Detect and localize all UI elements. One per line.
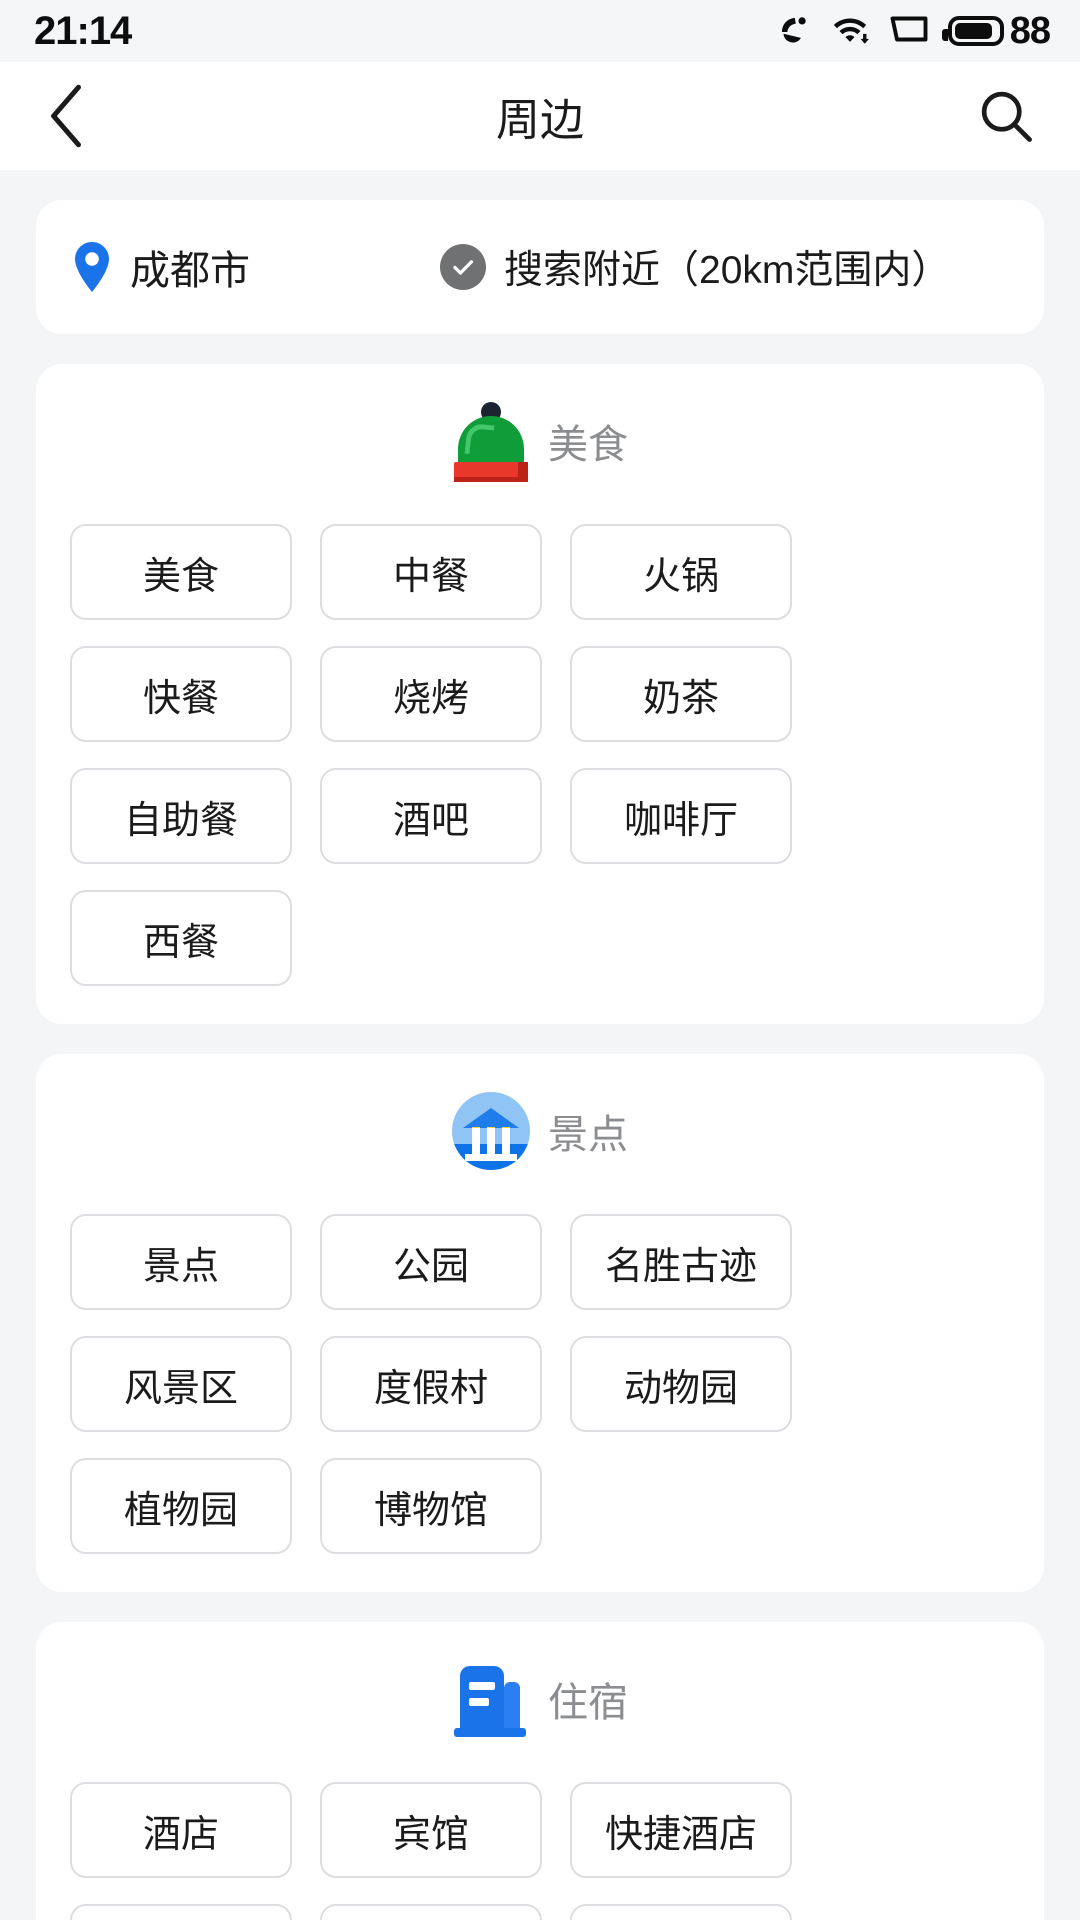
signal-icon [888, 12, 930, 51]
nearby-radius-label: 搜索附近（20km范围内） [504, 249, 951, 292]
chip-food-5[interactable]: 奶茶 [570, 646, 792, 742]
chip-food-6[interactable]: 自助餐 [70, 768, 292, 864]
chip-food-4[interactable]: 烧烤 [320, 646, 542, 742]
wifi-icon [830, 11, 870, 52]
temple-attraction-icon [452, 1092, 530, 1170]
section-lodging-title: 住宿 [548, 1681, 628, 1725]
attraction-chip-grid: 景点 公园 名胜古迹 风景区 度假村 动物园 植物园 博物馆 [70, 1214, 1010, 1554]
chip-lodging-2[interactable]: 快捷酒店 [570, 1782, 792, 1878]
section-food-title: 美食 [548, 423, 628, 467]
battery-icon [941, 16, 1004, 46]
section-attraction: 景点 景点 公园 名胜古迹 风景区 度假村 动物园 植物园 博物馆 [36, 1054, 1044, 1592]
food-chip-grid: 美食 中餐 火锅 快餐 烧烤 奶茶 自助餐 酒吧 咖啡厅 西餐 [70, 524, 1010, 986]
location-card: 成都市 搜索附近（20km范围内） [36, 200, 1044, 334]
chip-lodging-3[interactable]: 星级酒店 [70, 1904, 292, 1920]
page-title: 周边 [496, 96, 584, 145]
chip-attraction-7[interactable]: 博物馆 [320, 1458, 542, 1554]
cloche-food-icon [452, 402, 530, 482]
hotel-building-icon [452, 1660, 530, 1738]
battery-indicator: 88 [941, 10, 1051, 52]
chevron-left-icon [51, 84, 81, 148]
chip-attraction-0[interactable]: 景点 [70, 1214, 292, 1310]
status-bar: 21:14 88 [0, 0, 1080, 62]
chip-food-2[interactable]: 火锅 [570, 524, 792, 620]
section-attraction-title: 景点 [548, 1113, 628, 1157]
content-scroll: 成都市 搜索附近（20km范围内） 美食 美食 中餐 火锅 快餐 烧烤 奶茶 自 [0, 200, 1080, 1920]
chip-food-8[interactable]: 咖啡厅 [570, 768, 792, 864]
status-time: 21:14 [34, 9, 132, 53]
chip-attraction-5[interactable]: 动物园 [570, 1336, 792, 1432]
mute-icon [776, 11, 812, 52]
chip-food-0[interactable]: 美食 [70, 524, 292, 620]
chip-attraction-3[interactable]: 风景区 [70, 1336, 292, 1432]
chip-lodging-0[interactable]: 酒店 [70, 1782, 292, 1878]
chip-lodging-4[interactable]: 特价酒店 [320, 1904, 542, 1920]
chip-attraction-6[interactable]: 植物园 [70, 1458, 292, 1554]
search-icon [981, 91, 1032, 142]
chip-attraction-2[interactable]: 名胜古迹 [570, 1214, 792, 1310]
chip-food-7[interactable]: 酒吧 [320, 768, 542, 864]
battery-percent: 88 [1009, 10, 1051, 52]
nearby-toggle[interactable]: 搜索附近（20km范围内） [440, 239, 950, 295]
section-food-header: 美食 [70, 398, 1010, 484]
chip-lodging-5[interactable]: 青年旅社 [570, 1904, 792, 1920]
lodging-chip-grid: 酒店 宾馆 快捷酒店 星级酒店 特价酒店 青年旅社 公寓酒店 [70, 1782, 1010, 1920]
back-button[interactable] [44, 81, 114, 151]
section-lodging: 住宿 酒店 宾馆 快捷酒店 星级酒店 特价酒店 青年旅社 公寓酒店 [36, 1622, 1044, 1920]
chip-food-3[interactable]: 快餐 [70, 646, 292, 742]
check-circle-icon [440, 244, 486, 290]
city-selector[interactable]: 成都市 [70, 238, 440, 296]
section-food: 美食 美食 中餐 火锅 快餐 烧烤 奶茶 自助餐 酒吧 咖啡厅 西餐 [36, 364, 1044, 1024]
search-button[interactable] [966, 81, 1036, 151]
section-lodging-header: 住宿 [70, 1656, 1010, 1742]
chip-food-1[interactable]: 中餐 [320, 524, 542, 620]
nav-bar: 周边 [0, 62, 1080, 170]
chip-attraction-1[interactable]: 公园 [320, 1214, 542, 1310]
city-name: 成都市 [130, 249, 250, 293]
chip-lodging-1[interactable]: 宾馆 [320, 1782, 542, 1878]
status-icons: 88 [776, 10, 1051, 52]
location-pin-icon [75, 242, 109, 292]
chip-attraction-4[interactable]: 度假村 [320, 1336, 542, 1432]
section-attraction-header: 景点 [70, 1088, 1010, 1174]
chip-food-9[interactable]: 西餐 [70, 890, 292, 986]
